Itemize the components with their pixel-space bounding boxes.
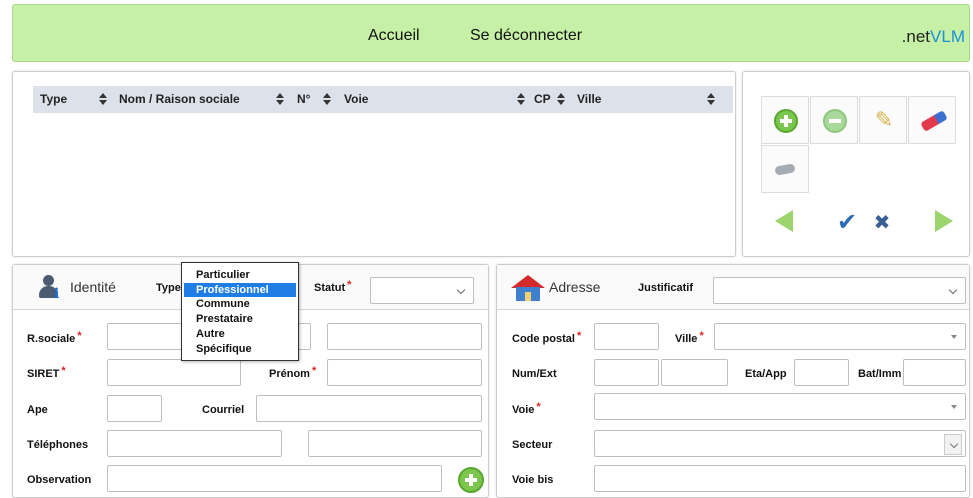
telephones-label: Téléphones	[27, 439, 89, 451]
edit-button[interactable]: ✎	[859, 96, 907, 144]
telephone-1-field[interactable]	[107, 430, 282, 457]
eta-app-field[interactable]	[794, 359, 849, 386]
prenom-field[interactable]	[327, 359, 482, 386]
type-option[interactable]: Prestataire	[184, 312, 296, 326]
secteur-label: Secteur	[512, 439, 553, 451]
nom-field[interactable]	[327, 323, 482, 350]
observation-label: Observation	[27, 474, 92, 486]
voie-bis-field[interactable]	[594, 465, 966, 492]
voie-label: Voie *	[512, 401, 541, 416]
ape-field[interactable]	[107, 395, 162, 422]
statut-label: Statut *	[314, 279, 352, 294]
code-postal-label: Code postal *	[512, 330, 582, 345]
type-option[interactable]: Spécifique	[184, 342, 296, 356]
justificatif-select[interactable]	[713, 277, 966, 304]
ext-field[interactable]	[661, 359, 728, 386]
address-panel: Adresse Justificatif Code postal * Ville *…	[496, 264, 970, 498]
col-ville[interactable]: Ville	[577, 92, 601, 106]
remove-icon	[823, 109, 847, 133]
rsociale-label: R.sociale *	[27, 330, 82, 345]
eraser-icon	[920, 110, 948, 132]
top-header: Accueil Se déconnecter .netVLM	[12, 4, 970, 62]
col-nom[interactable]: Nom / Raison sociale	[119, 92, 240, 106]
type-option[interactable]: Particulier	[184, 268, 296, 282]
sort-voie-icon[interactable]	[517, 93, 525, 106]
add-icon	[774, 109, 798, 133]
mask-button[interactable]	[761, 145, 809, 193]
code-postal-field[interactable]	[594, 323, 659, 350]
observation-field[interactable]	[107, 465, 442, 492]
col-cp[interactable]: CP	[534, 92, 551, 106]
results-grid-header: Type Nom / Raison sociale N° Voie CP Vil…	[33, 86, 733, 113]
num-field[interactable]	[594, 359, 659, 386]
col-numero[interactable]: N°	[297, 92, 310, 106]
house-icon	[511, 275, 545, 301]
sort-type-icon[interactable]	[99, 93, 107, 106]
pencil-icon: ✎	[874, 108, 894, 133]
ville-label: Ville *	[675, 330, 704, 345]
statut-select[interactable]	[370, 277, 474, 304]
type-option[interactable]: Autre	[184, 327, 296, 341]
siret-label: SIRET *	[27, 365, 66, 380]
eta-app-label: Eta/App	[745, 368, 787, 380]
identity-title: Identité	[70, 279, 116, 295]
person-info-icon: i	[39, 275, 65, 301]
bat-imm-field[interactable]	[903, 359, 966, 386]
nav-logout-link[interactable]: Se déconnecter	[470, 27, 582, 45]
voie-bis-label: Voie bis	[512, 474, 554, 486]
sort-nom-icon[interactable]	[276, 93, 284, 106]
siret-field[interactable]	[107, 359, 241, 386]
next-icon	[935, 210, 953, 232]
type-label: Type	[156, 282, 181, 294]
remove-button[interactable]	[810, 96, 858, 144]
voie-select[interactable]	[594, 393, 966, 420]
address-title: Adresse	[549, 279, 601, 295]
telephone-2-field[interactable]	[308, 430, 482, 457]
courriel-label: Courriel	[202, 404, 245, 416]
ville-select[interactable]	[714, 323, 966, 350]
previous-button[interactable]	[761, 198, 809, 246]
col-voie[interactable]: Voie	[344, 92, 368, 106]
secteur-select[interactable]	[594, 430, 966, 457]
nav-accueil-link[interactable]: Accueil	[368, 27, 420, 45]
type-option-selected[interactable]: Professionnel	[184, 283, 296, 297]
justificatif-label: Justificatif	[638, 282, 694, 294]
next-button[interactable]	[919, 198, 967, 246]
mask-icon	[774, 163, 796, 176]
add-observation-button[interactable]	[458, 467, 484, 493]
brand-suffix: VLM	[930, 27, 965, 46]
brand-logo: .netVLM	[902, 27, 965, 47]
sort-numero-icon[interactable]	[323, 93, 331, 106]
col-type[interactable]: Type	[40, 92, 67, 106]
cancel-button[interactable]: ✖	[858, 198, 906, 246]
action-toolbar: ✎ ✔ ✖	[742, 71, 970, 257]
sort-cp-icon[interactable]	[557, 93, 565, 106]
address-panel-header: Adresse Justificatif	[497, 265, 969, 310]
type-dropdown-list[interactable]: Particulier Professionnel Commune Presta…	[181, 262, 299, 361]
brand-prefix: .net	[901, 27, 931, 46]
bat-imm-label: Bat/Imm	[858, 368, 902, 380]
clear-button[interactable]	[908, 96, 956, 144]
ape-label: Ape	[27, 404, 48, 416]
cancel-icon: ✖	[873, 210, 891, 234]
sort-ville-icon[interactable]	[707, 93, 715, 106]
add-button[interactable]	[761, 96, 809, 144]
type-option[interactable]: Commune	[184, 297, 296, 311]
previous-icon	[775, 210, 793, 232]
results-panel: Type Nom / Raison sociale N° Voie CP Vil…	[12, 71, 736, 257]
prenom-label: Prénom *	[269, 365, 317, 380]
num-ext-label: Num/Ext	[512, 368, 557, 380]
courriel-field[interactable]	[256, 395, 482, 422]
